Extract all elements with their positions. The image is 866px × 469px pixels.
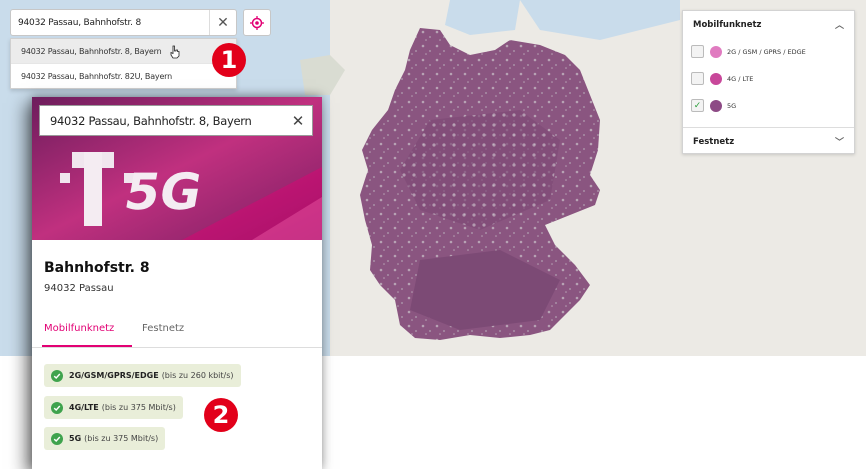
service-name: 4G/LTE [69,403,99,412]
check-circle-icon [51,432,63,445]
close-icon[interactable]: ✕ [209,10,236,35]
service-name: 5G [69,434,82,443]
address-search-input[interactable]: 94032 Passau, Bahnhofstr. 8 ✕ [10,9,237,36]
layer-color-dot [710,99,722,112]
service-badge-5g: 5G (bis zu 375 Mbit/s) [44,427,166,450]
layer-checkbox[interactable] [691,72,704,85]
layer-label: 4G / LTE [727,74,754,83]
legend-layer-5g[interactable]: ✓ 5G [683,92,854,119]
legend-fixed-header[interactable]: Festnetz ﹀ [683,128,854,155]
layer-label: 2G / GSM / GPRS / EDGE [727,47,806,56]
suggestion-item[interactable]: 94032 Passau, Bahnhofstr. 82U, Bayern [11,63,236,88]
service-name: 2G/GSM/GPRS/EDGE [69,371,159,380]
service-rate: (bis zu 375 Mbit/s) [101,403,176,412]
address-subtitle: 94032 Passau [44,283,114,294]
crosshair-icon [250,15,264,30]
layer-checkbox-checked[interactable]: ✓ [691,99,704,112]
tab-festnetz[interactable]: Festnetz [142,323,184,334]
panel-search-input[interactable]: 94032 Passau, Bahnhofstr. 8, Bayern ✕ [39,105,313,136]
service-rate: (bis zu 375 Mbit/s) [84,434,159,443]
legend-mobile-header[interactable]: Mobilfunknetz ︿ [683,11,854,38]
service-badge-2g: 2G/GSM/GPRS/EDGE (bis zu 260 kbit/s) [44,364,241,387]
active-tab-indicator [42,345,132,347]
tab-mobilfunknetz[interactable]: Mobilfunknetz [44,323,114,334]
hand-cursor-icon [170,45,180,59]
check-circle-icon [51,401,63,414]
legend-layer-2g[interactable]: 2G / GSM / GPRS / EDGE [683,38,854,65]
layer-label: 5G [727,101,737,110]
network-tabs: Mobilfunknetz Festnetz [32,317,322,348]
search-value: 94032 Passau, Bahnhofstr. 8 [18,17,141,28]
legend-fixed-title: Festnetz [693,136,735,147]
chevron-down-icon: ﹀ [834,138,844,148]
layer-color-dot [710,45,722,58]
service-badge-4g: 4G/LTE (bis zu 375 Mbit/s) [44,396,183,419]
location-detail-panel: 5G 94032 Passau, Bahnhofstr. 8, Bayern ✕… [32,97,322,469]
legend-layer-4g[interactable]: 4G / LTE [683,65,854,92]
map-legend-panel: Mobilfunknetz ︿ 2G / GSM / GPRS / EDGE 4… [682,10,855,154]
suggestion-item[interactable]: 94032 Passau, Bahnhofstr. 8, Bayern [11,39,236,63]
layer-color-dot [710,72,722,85]
svg-text:5G: 5G [120,162,206,221]
suggestion-label: 94032 Passau, Bahnhofstr. 82U, Bayern [21,71,172,81]
service-rate: (bis zu 260 kbit/s) [161,371,234,380]
legend-mobile-title: Mobilfunknetz [693,19,762,30]
suggestion-label: 94032 Passau, Bahnhofstr. 8, Bayern [21,46,162,56]
chevron-up-icon: ︿ [834,21,844,31]
close-icon[interactable]: ✕ [284,112,312,130]
locate-button[interactable] [243,9,271,36]
check-circle-icon [51,369,63,382]
panel-search-value: 94032 Passau, Bahnhofstr. 8, Bayern [50,113,252,128]
address-title: Bahnhofstr. 8 [44,260,150,276]
callout-badge-1: 1 [212,43,246,77]
suggestion-list: 94032 Passau, Bahnhofstr. 8, Bayern 9403… [10,38,237,89]
callout-badge-2: 2 [204,398,238,432]
layer-checkbox[interactable] [691,45,704,58]
